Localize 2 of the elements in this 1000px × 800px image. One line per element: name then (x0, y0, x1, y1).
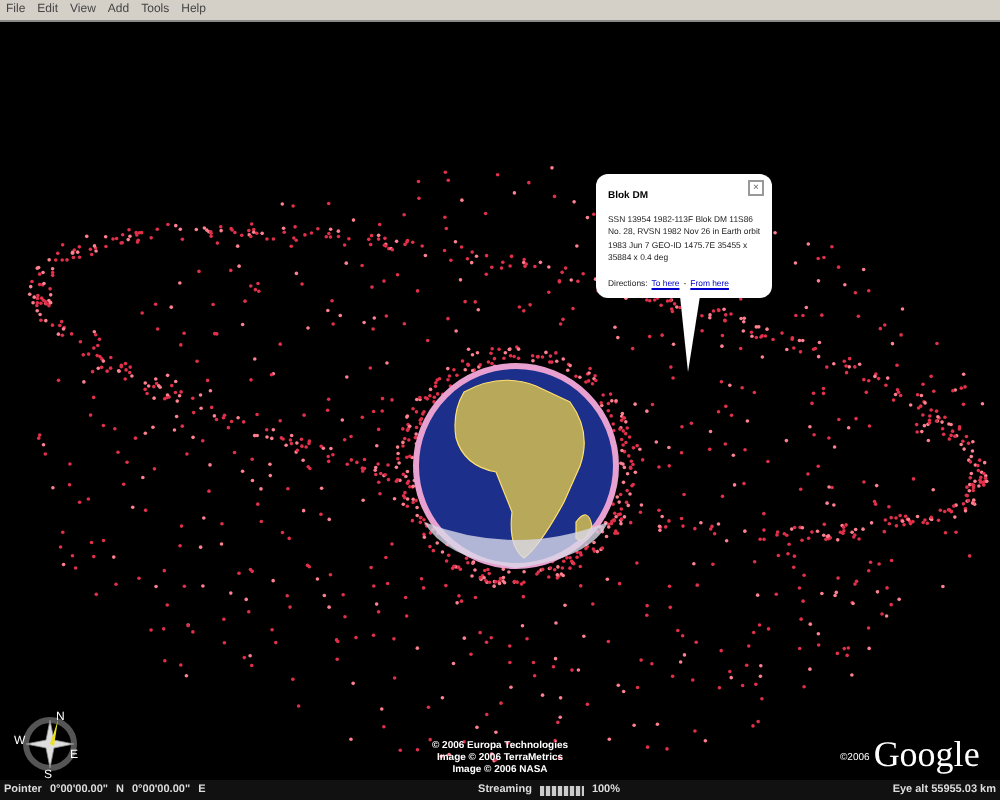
logo-wordmark: Google (873, 732, 980, 776)
compass-rose-icon[interactable] (23, 717, 77, 771)
